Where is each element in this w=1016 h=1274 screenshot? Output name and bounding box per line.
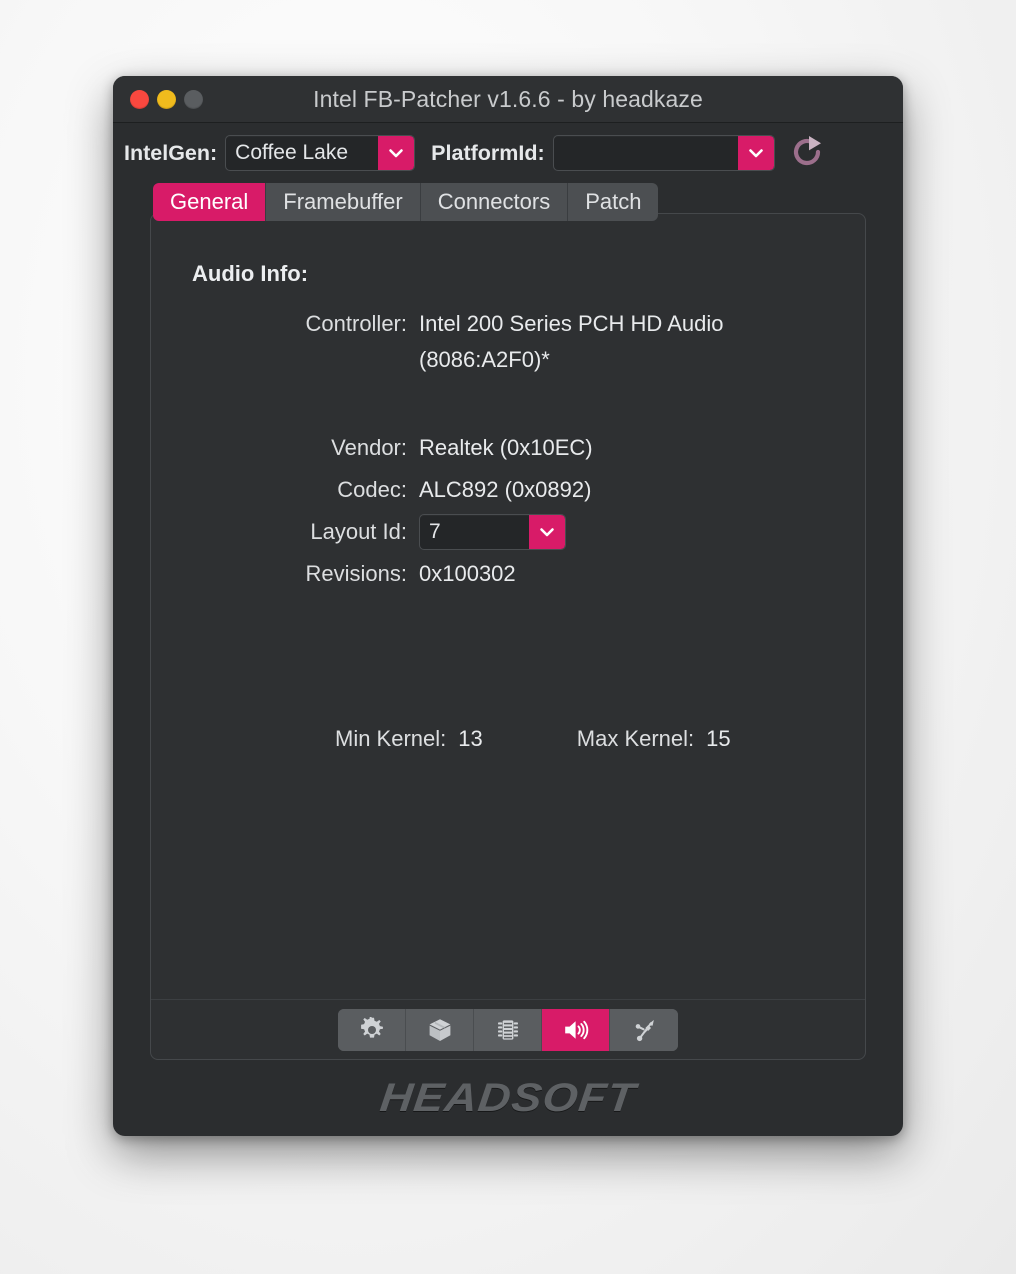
platformid-value — [554, 136, 738, 170]
platformid-dropdown[interactable] — [552, 135, 775, 171]
chevron-down-icon[interactable] — [737, 136, 774, 170]
audio-info-heading: Audio Info: — [192, 261, 309, 286]
controller-row: Controller: Intel 200 Series PCH HD Audi… — [151, 306, 865, 378]
close-button[interactable] — [130, 89, 149, 109]
headsoft-logo: HEADSOFT — [377, 1075, 639, 1120]
tool-button-usb[interactable] — [610, 1008, 678, 1051]
traffic-light-group — [130, 76, 203, 122]
chevron-down-icon[interactable] — [529, 515, 565, 549]
codec-label: Codec: — [337, 477, 407, 502]
tab-framebuffer-label: Framebuffer — [283, 189, 403, 214]
tool-button-audio[interactable] — [542, 1008, 610, 1051]
app-window: Intel FB-Patcher v1.6.6 - by headkaze In… — [113, 76, 903, 1136]
zoom-button[interactable] — [184, 89, 203, 109]
codec-value: ALC892 (0x0892) — [419, 477, 592, 502]
min-kernel-value: 13 — [458, 726, 483, 751]
layoutid-value: 7 — [429, 520, 441, 543]
vendor-value: Realtek (0x10EC) — [419, 435, 593, 460]
vendor-row: Vendor: Realtek (0x10EC) — [151, 430, 865, 466]
platformid-label: PlatformId: — [431, 140, 545, 165]
controller-label: Controller: — [305, 311, 407, 336]
tab-connectors[interactable]: Connectors — [420, 183, 569, 221]
window-title: Intel FB-Patcher v1.6.6 - by headkaze — [313, 85, 703, 112]
layoutid-label: Layout Id: — [310, 519, 407, 544]
package-icon — [427, 1017, 453, 1043]
footer: HEADSOFT — [113, 1060, 903, 1136]
topbar: IntelGen: Coffee Lake PlatformId: — [113, 123, 903, 183]
min-kernel-label: Min Kernel: — [335, 726, 447, 751]
panel-toolbar — [151, 999, 865, 1059]
kernel-range-row: Min Kernel: 13 Max Kernel: 15 — [151, 726, 865, 752]
tool-button-memory[interactable] — [474, 1008, 542, 1051]
layoutid-value-wrap: 7 — [419, 514, 566, 550]
intelgen-dropdown[interactable]: Coffee Lake — [225, 135, 416, 171]
gear-icon — [359, 1016, 385, 1043]
tab-patch[interactable]: Patch — [568, 183, 659, 221]
codec-row: Codec: ALC892 (0x0892) — [151, 472, 865, 508]
revisions-label: Revisions: — [305, 561, 407, 586]
general-tab-content: Audio Info: Controller: Intel 200 Series… — [151, 214, 865, 999]
controller-value: Intel 200 Series PCH HD Audio (8086:A2F0… — [419, 311, 724, 372]
titlebar: Intel FB-Patcher v1.6.6 - by headkaze — [113, 76, 903, 123]
tab-patch-label: Patch — [585, 189, 642, 214]
content-panel: Audio Info: Controller: Intel 200 Series… — [150, 213, 866, 1060]
tab-bar: General Framebuffer Connectors Patch — [113, 183, 903, 221]
audio-info-grid: Controller: Intel 200 Series PCH HD Audi… — [151, 306, 865, 598]
max-kernel-value: 15 — [706, 726, 731, 751]
minimize-button[interactable] — [157, 89, 176, 109]
intelgen-value: Coffee Lake — [235, 141, 349, 164]
tab-general-label: General — [170, 189, 249, 214]
intelgen-label: IntelGen: — [124, 140, 218, 165]
tool-segmented-control — [338, 1008, 678, 1051]
speaker-icon — [562, 1017, 590, 1043]
tool-button-package[interactable] — [406, 1008, 474, 1051]
tab-connectors-label: Connectors — [437, 189, 551, 214]
vendor-label: Vendor: — [331, 435, 407, 460]
layoutid-dropdown[interactable]: 7 — [419, 514, 566, 550]
tab-general[interactable]: General — [153, 183, 267, 221]
memory-chip-icon — [495, 1017, 521, 1043]
refresh-icon — [785, 130, 829, 177]
layoutid-row: Layout Id: 7 — [151, 514, 865, 550]
tool-button-settings[interactable] — [338, 1008, 406, 1051]
revisions-value: 0x100302 — [419, 561, 516, 586]
revisions-row: Revisions: 0x100302 — [151, 556, 865, 592]
chevron-down-icon[interactable] — [378, 136, 415, 170]
tab-framebuffer[interactable]: Framebuffer — [266, 183, 421, 221]
max-kernel-label: Max Kernel: — [576, 726, 695, 751]
usb-icon — [631, 1017, 657, 1043]
refresh-button[interactable] — [784, 130, 830, 176]
